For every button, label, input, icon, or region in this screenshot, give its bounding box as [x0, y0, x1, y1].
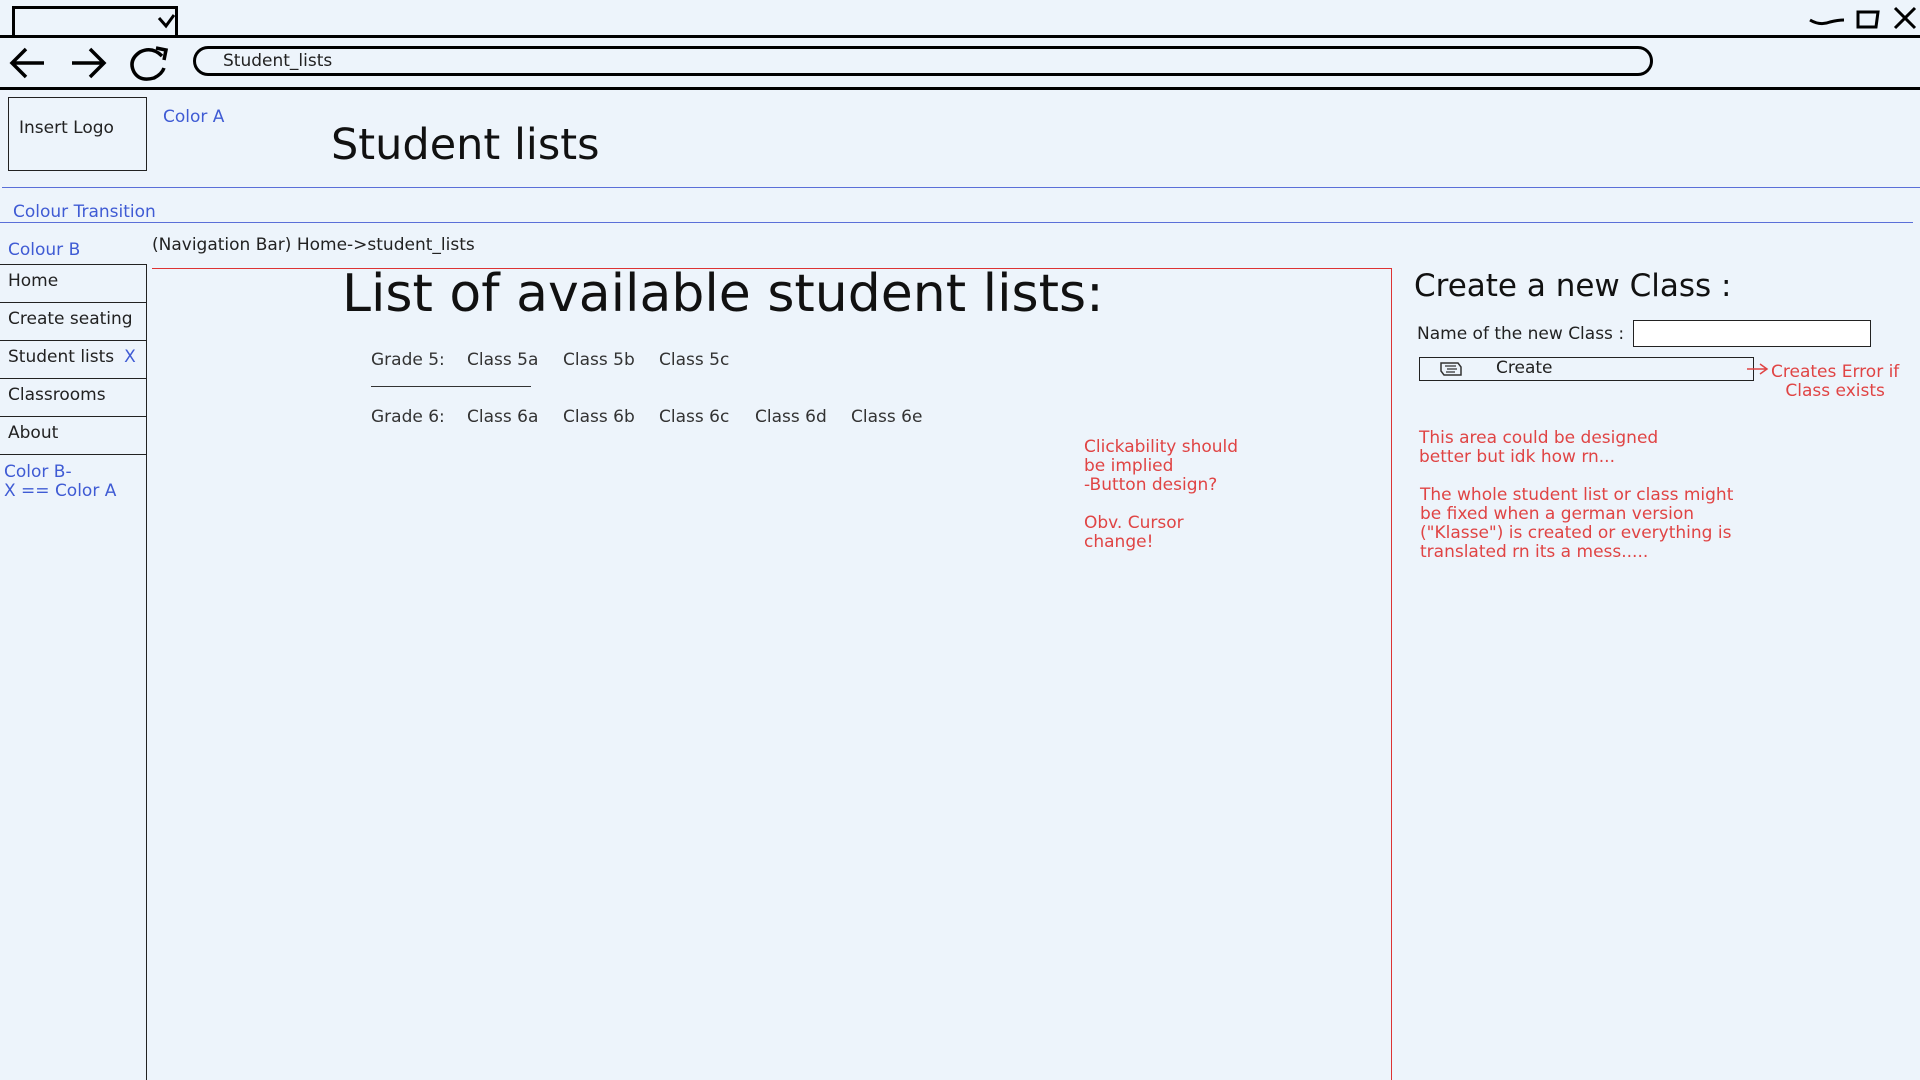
reload-icon[interactable]	[126, 42, 174, 82]
class-link-5a[interactable]: Class 5a	[467, 350, 538, 370]
sidebar-note-line: Color B-	[4, 462, 72, 482]
annotation-line: Creates Error if	[1771, 362, 1900, 382]
annotation-line: better but idk how rn...	[1419, 447, 1615, 467]
colour-b-note: Colour B	[8, 240, 81, 260]
create-icon	[1440, 362, 1462, 376]
grade-label: Grade 5:	[371, 350, 445, 370]
annotation-line: be fixed when a german version	[1420, 504, 1695, 524]
tab-dropdown-icon[interactable]	[156, 12, 178, 32]
annotation-line: be implied	[1084, 456, 1174, 476]
back-arrow-icon[interactable]	[8, 46, 48, 80]
create-button-label: Create	[1496, 358, 1553, 378]
page-title: Student lists	[331, 120, 600, 170]
sidebar-item-student-lists[interactable]: Student lists X	[0, 341, 147, 379]
class-link-6e[interactable]: Class 6e	[851, 407, 922, 427]
annotation-line: Class exists	[1785, 381, 1885, 401]
grade-divider	[371, 386, 531, 387]
annotation-line: The whole student list or class might	[1420, 485, 1734, 505]
minimize-icon[interactable]	[1808, 12, 1846, 28]
active-marker: X	[124, 347, 136, 367]
sidebar-item-label: Classrooms	[8, 385, 106, 405]
design-annotation: This area could be designed better but i…	[1419, 429, 1658, 467]
class-name-input[interactable]	[1633, 320, 1871, 347]
sidebar-item-classrooms[interactable]: Classrooms	[0, 379, 147, 417]
maximize-icon[interactable]	[1855, 8, 1881, 30]
class-link-5c[interactable]: Class 5c	[659, 350, 729, 370]
class-link-6a[interactable]: Class 6a	[467, 407, 538, 427]
tabstrip-divider	[0, 35, 1920, 38]
class-link-6b[interactable]: Class 6b	[563, 407, 635, 427]
breadcrumb[interactable]: (Navigation Bar) Home->student_lists	[152, 235, 475, 255]
annotation-line: -Button design?	[1084, 475, 1218, 495]
close-icon[interactable]	[1893, 6, 1917, 30]
sidebar-item-home[interactable]: Home	[0, 265, 147, 303]
main-content-frame	[152, 268, 1392, 1080]
class-link-6c[interactable]: Class 6c	[659, 407, 729, 427]
color-a-note: Color A	[163, 107, 225, 127]
sidebar-divider	[146, 265, 147, 1080]
grade-label: Grade 6:	[371, 407, 445, 427]
annotation-line: This area could be designed	[1419, 428, 1659, 448]
annotation-line: change!	[1084, 532, 1154, 552]
sidebar-note-line: X == Color A	[4, 481, 117, 501]
toolbar-divider	[0, 87, 1920, 90]
class-link-6d[interactable]: Class 6d	[755, 407, 827, 427]
header-divider	[2, 187, 1920, 188]
class-link-5b[interactable]: Class 5b	[563, 350, 635, 370]
sidebar-item-label: About	[8, 423, 59, 443]
sidebar-item-label: Student lists	[8, 347, 115, 367]
annotation-line: Obv. Cursor	[1084, 513, 1184, 533]
create-class-title: Create a new Class :	[1414, 268, 1732, 304]
logo-placeholder: Insert Logo	[8, 97, 147, 171]
list-title: List of available student lists:	[342, 264, 1104, 324]
translation-annotation: The whole student list or class might be…	[1420, 486, 1733, 562]
colour-transition-note: Colour Transition	[13, 202, 156, 222]
class-name-label: Name of the new Class :	[1417, 324, 1625, 344]
sidebar-item-about[interactable]: About	[0, 417, 147, 455]
address-text: Student_lists	[223, 51, 333, 71]
sidebar-item-create-seating[interactable]: Create seating	[0, 303, 147, 341]
logo-placeholder-text: Insert Logo	[19, 118, 114, 138]
annotation-line: ("Klasse") is created or everything is	[1420, 523, 1732, 543]
arrow-icon	[1747, 363, 1769, 375]
annotation-line: translated rn its a mess.....	[1420, 542, 1649, 562]
transition-divider	[0, 222, 1913, 223]
browser-tab[interactable]	[12, 6, 178, 36]
address-bar[interactable]: Student_lists	[193, 46, 1653, 76]
sidebar-item-label: Home	[8, 271, 59, 291]
error-annotation: Creates Error if Class exists	[1771, 363, 1899, 401]
annotation-line: Clickability should	[1084, 437, 1239, 457]
clickability-annotation: Clickability should be implied -Button d…	[1084, 438, 1238, 552]
forward-arrow-icon[interactable]	[68, 46, 108, 80]
create-button[interactable]: Create	[1419, 357, 1754, 381]
sidebar-color-note: Color B- X == Color A	[4, 463, 116, 501]
sidebar-item-label: Create seating	[8, 309, 133, 329]
